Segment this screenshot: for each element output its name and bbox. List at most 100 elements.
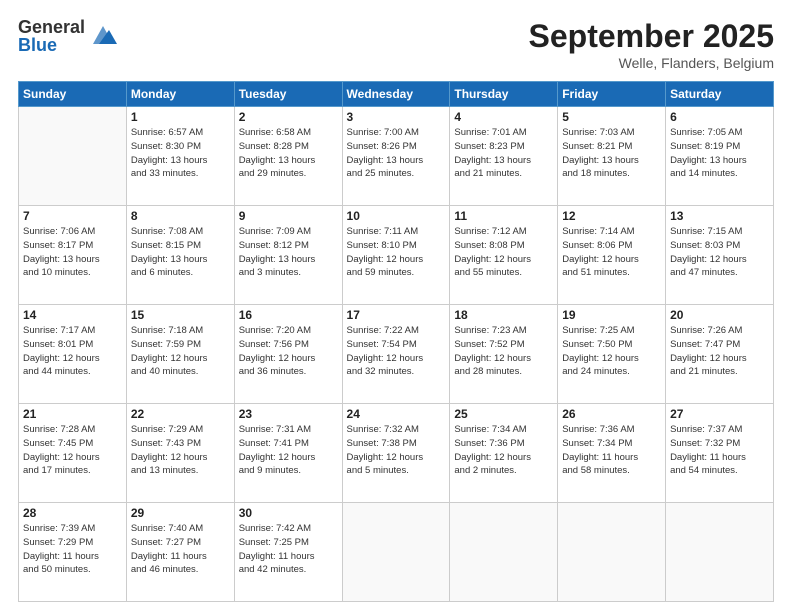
calendar-cell: 7 Sunrise: 7:06 AMSunset: 8:17 PMDaylight… <box>19 206 127 305</box>
day-info: Sunrise: 7:32 AMSunset: 7:38 PMDaylight:… <box>347 423 446 478</box>
calendar-cell: 20 Sunrise: 7:26 AMSunset: 7:47 PMDayligh… <box>666 305 774 404</box>
calendar-cell: 24 Sunrise: 7:32 AMSunset: 7:38 PMDayligh… <box>342 404 450 503</box>
day-number: 22 <box>131 407 230 421</box>
calendar-cell: 17Sunrise: 7:22 AMSunset: 7:54 PMDayligh… <box>342 305 450 404</box>
day-info: Sunrise: 7:31 AMSunset: 7:41 PMDaylight:… <box>239 423 338 478</box>
calendar-cell: 3 Sunrise: 7:00 AMSunset: 8:26 PMDaylight… <box>342 107 450 206</box>
calendar-cell: 8 Sunrise: 7:08 AMSunset: 8:15 PMDaylight… <box>126 206 234 305</box>
day-number: 21 <box>23 407 122 421</box>
day-info: Sunrise: 7:14 AMSunset: 8:06 PMDaylight:… <box>562 225 661 280</box>
calendar-cell: 10Sunrise: 7:11 AMSunset: 8:10 PMDayligh… <box>342 206 450 305</box>
day-info: Sunrise: 7:42 AMSunset: 7:25 PMDaylight:… <box>239 522 338 577</box>
day-number: 9 <box>239 209 338 223</box>
day-number: 13 <box>670 209 769 223</box>
day-number: 2 <box>239 110 338 124</box>
calendar-cell <box>666 503 774 602</box>
calendar-cell: 14 Sunrise: 7:17 AMSunset: 8:01 PMDayligh… <box>19 305 127 404</box>
day-info: Sunrise: 7:22 AMSunset: 7:54 PMDaylight:… <box>347 324 446 379</box>
day-info: Sunrise: 7:06 AMSunset: 8:17 PMDaylight:… <box>23 225 122 280</box>
day-number: 27 <box>670 407 769 421</box>
day-number: 16 <box>239 308 338 322</box>
calendar-cell: 25Sunrise: 7:34 AMSunset: 7:36 PMDayligh… <box>450 404 558 503</box>
day-info: Sunrise: 6:58 AMSunset: 8:28 PMDaylight:… <box>239 126 338 181</box>
day-info: Sunrise: 7:25 AMSunset: 7:50 PMDaylight:… <box>562 324 661 379</box>
calendar-cell: 28Sunrise: 7:39 AMSunset: 7:29 PMDayligh… <box>19 503 127 602</box>
day-number: 28 <box>23 506 122 520</box>
calendar-cell: 26 Sunrise: 7:36 AMSunset: 7:34 PMDayligh… <box>558 404 666 503</box>
day-info: Sunrise: 7:20 AMSunset: 7:56 PMDaylight:… <box>239 324 338 379</box>
logo-icon <box>89 22 117 50</box>
day-info: Sunrise: 7:03 AMSunset: 8:21 PMDaylight:… <box>562 126 661 181</box>
day-number: 20 <box>670 308 769 322</box>
calendar-cell: 4 Sunrise: 7:01 AMSunset: 8:23 PMDaylight… <box>450 107 558 206</box>
calendar-cell: 15 Sunrise: 7:18 AMSunset: 7:59 PMDayligh… <box>126 305 234 404</box>
calendar-cell: 9 Sunrise: 7:09 AMSunset: 8:12 PMDaylight… <box>234 206 342 305</box>
calendar-cell <box>558 503 666 602</box>
day-number: 26 <box>562 407 661 421</box>
calendar-cell: 2 Sunrise: 6:58 AMSunset: 8:28 PMDaylight… <box>234 107 342 206</box>
day-number: 4 <box>454 110 553 124</box>
calendar-header-row: SundayMondayTuesdayWednesdayThursdayFrid… <box>19 82 774 107</box>
day-info: Sunrise: 7:37 AMSunset: 7:32 PMDaylight:… <box>670 423 769 478</box>
calendar-cell: 29Sunrise: 7:40 AMSunset: 7:27 PMDayligh… <box>126 503 234 602</box>
day-number: 19 <box>562 308 661 322</box>
day-info: Sunrise: 7:01 AMSunset: 8:23 PMDaylight:… <box>454 126 553 181</box>
header-wednesday: Wednesday <box>342 82 450 107</box>
calendar-cell: 30 Sunrise: 7:42 AMSunset: 7:25 PMDayligh… <box>234 503 342 602</box>
header-saturday: Saturday <box>666 82 774 107</box>
day-number: 24 <box>347 407 446 421</box>
calendar-cell: 23 Sunrise: 7:31 AMSunset: 7:41 PMDayligh… <box>234 404 342 503</box>
day-number: 15 <box>131 308 230 322</box>
day-info: Sunrise: 7:23 AMSunset: 7:52 PMDaylight:… <box>454 324 553 379</box>
calendar-cell: 5 Sunrise: 7:03 AMSunset: 8:21 PMDaylight… <box>558 107 666 206</box>
day-number: 12 <box>562 209 661 223</box>
day-number: 30 <box>239 506 338 520</box>
title-area: September 2025 Welle, Flanders, Belgium <box>529 18 774 71</box>
day-info: Sunrise: 7:26 AMSunset: 7:47 PMDaylight:… <box>670 324 769 379</box>
calendar-cell: 22 Sunrise: 7:29 AMSunset: 7:43 PMDayligh… <box>126 404 234 503</box>
day-info: Sunrise: 7:15 AMSunset: 8:03 PMDaylight:… <box>670 225 769 280</box>
day-info: Sunrise: 7:29 AMSunset: 7:43 PMDaylight:… <box>131 423 230 478</box>
logo-general-text: General <box>18 18 85 36</box>
day-number: 29 <box>131 506 230 520</box>
header-monday: Monday <box>126 82 234 107</box>
day-number: 7 <box>23 209 122 223</box>
day-number: 8 <box>131 209 230 223</box>
calendar-cell <box>342 503 450 602</box>
location: Welle, Flanders, Belgium <box>529 55 774 71</box>
day-info: Sunrise: 7:05 AMSunset: 8:19 PMDaylight:… <box>670 126 769 181</box>
calendar-cell: 21 Sunrise: 7:28 AMSunset: 7:45 PMDayligh… <box>19 404 127 503</box>
header-friday: Friday <box>558 82 666 107</box>
day-info: Sunrise: 7:17 AMSunset: 8:01 PMDaylight:… <box>23 324 122 379</box>
month-title: September 2025 <box>529 18 774 55</box>
day-number: 1 <box>131 110 230 124</box>
logo: General Blue <box>18 18 117 54</box>
day-number: 18 <box>454 308 553 322</box>
day-number: 6 <box>670 110 769 124</box>
day-info: Sunrise: 7:36 AMSunset: 7:34 PMDaylight:… <box>562 423 661 478</box>
day-info: Sunrise: 7:34 AMSunset: 7:36 PMDaylight:… <box>454 423 553 478</box>
day-number: 5 <box>562 110 661 124</box>
header-tuesday: Tuesday <box>234 82 342 107</box>
calendar-cell: 18 Sunrise: 7:23 AMSunset: 7:52 PMDayligh… <box>450 305 558 404</box>
day-info: Sunrise: 7:09 AMSunset: 8:12 PMDaylight:… <box>239 225 338 280</box>
calendar-cell: 1Sunrise: 6:57 AMSunset: 8:30 PMDaylight… <box>126 107 234 206</box>
logo-blue-text: Blue <box>18 36 85 54</box>
calendar-cell: 19 Sunrise: 7:25 AMSunset: 7:50 PMDayligh… <box>558 305 666 404</box>
day-info: Sunrise: 7:11 AMSunset: 8:10 PMDaylight:… <box>347 225 446 280</box>
day-info: Sunrise: 7:00 AMSunset: 8:26 PMDaylight:… <box>347 126 446 181</box>
calendar-cell: 12 Sunrise: 7:14 AMSunset: 8:06 PMDayligh… <box>558 206 666 305</box>
calendar-cell: 16 Sunrise: 7:20 AMSunset: 7:56 PMDayligh… <box>234 305 342 404</box>
day-info: Sunrise: 7:28 AMSunset: 7:45 PMDaylight:… <box>23 423 122 478</box>
day-number: 23 <box>239 407 338 421</box>
day-number: 3 <box>347 110 446 124</box>
day-number: 14 <box>23 308 122 322</box>
calendar-cell: 13 Sunrise: 7:15 AMSunset: 8:03 PMDayligh… <box>666 206 774 305</box>
day-info: Sunrise: 7:12 AMSunset: 8:08 PMDaylight:… <box>454 225 553 280</box>
day-info: Sunrise: 7:08 AMSunset: 8:15 PMDaylight:… <box>131 225 230 280</box>
header-sunday: Sunday <box>19 82 127 107</box>
day-number: 11 <box>454 209 553 223</box>
calendar: SundayMondayTuesdayWednesdayThursdayFrid… <box>18 81 774 602</box>
calendar-cell: 11 Sunrise: 7:12 AMSunset: 8:08 PMDayligh… <box>450 206 558 305</box>
day-info: Sunrise: 7:18 AMSunset: 7:59 PMDaylight:… <box>131 324 230 379</box>
